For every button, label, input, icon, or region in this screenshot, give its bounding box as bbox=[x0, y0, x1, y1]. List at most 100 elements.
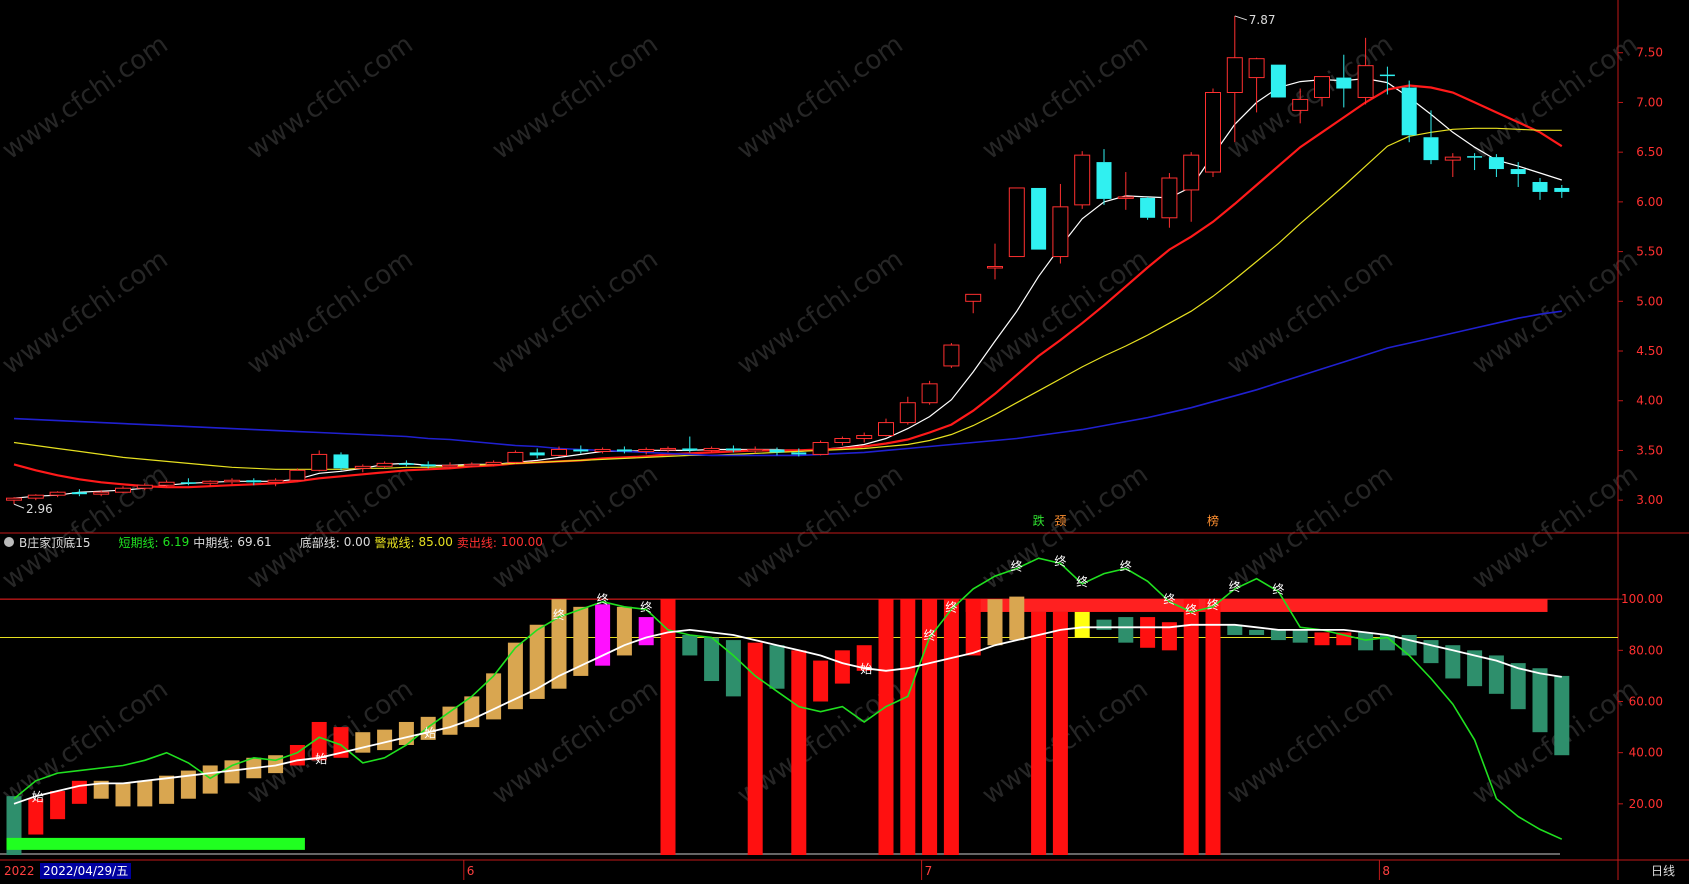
end-marker: 终 bbox=[924, 628, 936, 643]
candle-body-up bbox=[1314, 76, 1330, 98]
indicator-tick-label: 80.00 bbox=[1629, 643, 1663, 657]
candle-body-up bbox=[158, 481, 175, 486]
watermark: www.cfchi.com bbox=[1467, 459, 1644, 595]
gear-icon[interactable] bbox=[4, 537, 14, 547]
end-marker: 终 bbox=[1185, 602, 1197, 617]
bottom-line-label: 底部线: bbox=[299, 535, 340, 550]
watermark: www.cfchi.com bbox=[242, 244, 419, 380]
candle-body-up bbox=[1226, 57, 1243, 94]
indicator-bar bbox=[1052, 611, 1068, 855]
watermark: www.cfchi.com bbox=[0, 29, 174, 165]
candle-body-down bbox=[725, 448, 741, 451]
candle-body-up bbox=[442, 464, 458, 468]
candle-body-down bbox=[1554, 187, 1570, 192]
candle-body-up bbox=[965, 293, 982, 302]
signal-marker: 榜 bbox=[1207, 513, 1219, 528]
mid-line-value: 69.61 bbox=[237, 535, 272, 549]
indicator-bar bbox=[725, 640, 741, 697]
end-marker: 终 bbox=[1229, 579, 1241, 594]
sell-zone-band bbox=[965, 599, 1548, 612]
indicator-bar bbox=[987, 599, 1003, 646]
candle-body-down bbox=[180, 482, 196, 484]
candle-body-up bbox=[987, 266, 1003, 269]
sell-line-label: 卖出线: bbox=[456, 535, 497, 550]
month-tick-label: 8 bbox=[1382, 864, 1390, 878]
candle-body-up bbox=[638, 448, 655, 452]
indicator-bar bbox=[769, 645, 785, 689]
candle-body-down bbox=[682, 448, 698, 451]
candle-body-up bbox=[899, 402, 916, 424]
indicator-bar bbox=[943, 599, 959, 855]
warn-line-label: 警戒线: bbox=[374, 535, 415, 550]
selected-date-label: 2022/04/29/五 bbox=[40, 863, 132, 879]
indicator-bar bbox=[202, 765, 218, 794]
start-marker: 始 bbox=[424, 726, 436, 740]
candle-body-up bbox=[594, 448, 611, 452]
end-marker: 终 bbox=[1011, 558, 1023, 573]
candle-body-up bbox=[267, 479, 284, 483]
candle-body-up bbox=[1183, 154, 1200, 191]
candle-body-up bbox=[1117, 196, 1134, 199]
kline-chart-window[interactable]: www.cfchi.com www.cfchi.com www.cfchi.com w… bbox=[0, 0, 1689, 880]
watermark: www.cfchi.com bbox=[977, 29, 1154, 165]
indicator-bar bbox=[1554, 675, 1570, 756]
candle-body-down bbox=[398, 463, 414, 465]
indicator-bar bbox=[1270, 629, 1286, 641]
indicator-bar bbox=[1205, 599, 1221, 855]
indicator-tick-label: 40.00 bbox=[1629, 746, 1663, 760]
watermark: www.cfchi.com bbox=[242, 674, 419, 810]
chart-canvas[interactable]: www.cfchi.com www.cfchi.com www.cfchi.com w… bbox=[0, 0, 1689, 880]
warn-line-value: 85.00 bbox=[418, 535, 453, 549]
period-tab-daily[interactable]: 日线 bbox=[1643, 863, 1683, 879]
candle-body-up bbox=[878, 422, 894, 437]
price-tick-label: 5.50 bbox=[1636, 245, 1663, 259]
candle-body-down bbox=[420, 464, 436, 467]
signal-marker: 颈 bbox=[1054, 514, 1066, 528]
indicator-bar bbox=[1249, 629, 1265, 635]
candle-body-down bbox=[1401, 87, 1417, 136]
candle-body-up bbox=[1008, 187, 1025, 258]
short-line-label: 短期线: bbox=[118, 535, 159, 550]
indicator-bar bbox=[137, 780, 153, 807]
price-tick-label: 7.50 bbox=[1636, 46, 1663, 60]
candle-body-up bbox=[289, 469, 306, 481]
indicator-markers: 始始始始终终终终终终 终终终终终 终终终 bbox=[32, 553, 1285, 804]
short-line-value: 6.19 bbox=[162, 535, 190, 549]
candle-body-up bbox=[1052, 206, 1069, 258]
candle-body-up bbox=[834, 438, 851, 443]
candle-body-up bbox=[136, 484, 153, 489]
price-tick-label: 5.00 bbox=[1636, 294, 1663, 308]
indicator-bar bbox=[1096, 619, 1112, 630]
candle-body-up bbox=[1444, 156, 1461, 161]
candle-body-down bbox=[529, 452, 545, 456]
indicator-tick-label: 20.00 bbox=[1629, 797, 1663, 811]
candle-body-down bbox=[246, 480, 262, 483]
watermark: www.cfchi.com bbox=[1222, 459, 1399, 595]
indicator-bar bbox=[377, 729, 393, 751]
candle-body-down bbox=[1467, 156, 1483, 158]
indicator-bar bbox=[50, 791, 66, 820]
price-tick-label: 7.00 bbox=[1636, 95, 1663, 109]
candle-body-up bbox=[703, 447, 720, 451]
candle-body-down bbox=[1140, 197, 1156, 218]
indicator-bar bbox=[747, 642, 763, 855]
candle-body-down bbox=[1031, 187, 1047, 250]
price-tick-label: 6.00 bbox=[1636, 195, 1663, 209]
indicator-bar bbox=[1358, 632, 1374, 651]
signal-marker: 跌 bbox=[1033, 513, 1045, 528]
candle-body-up bbox=[115, 487, 131, 493]
year-label: 2022 bbox=[4, 864, 35, 878]
mid-line-label: 中期线: bbox=[193, 535, 234, 550]
candle-body-up bbox=[747, 448, 764, 452]
candle-body-down bbox=[333, 454, 349, 469]
end-marker: 终 bbox=[1207, 597, 1219, 612]
sell-line-value: 100.00 bbox=[500, 535, 543, 549]
watermark: www.cfchi.com bbox=[0, 244, 174, 380]
indicator-bar bbox=[71, 780, 87, 804]
candle-body-down bbox=[616, 449, 632, 452]
candle-body-down bbox=[573, 449, 589, 452]
watermark: www.cfchi.com bbox=[242, 29, 419, 165]
candle-body-up bbox=[202, 480, 219, 484]
candle-body-down bbox=[1423, 137, 1439, 161]
indicator-bar bbox=[878, 599, 894, 855]
